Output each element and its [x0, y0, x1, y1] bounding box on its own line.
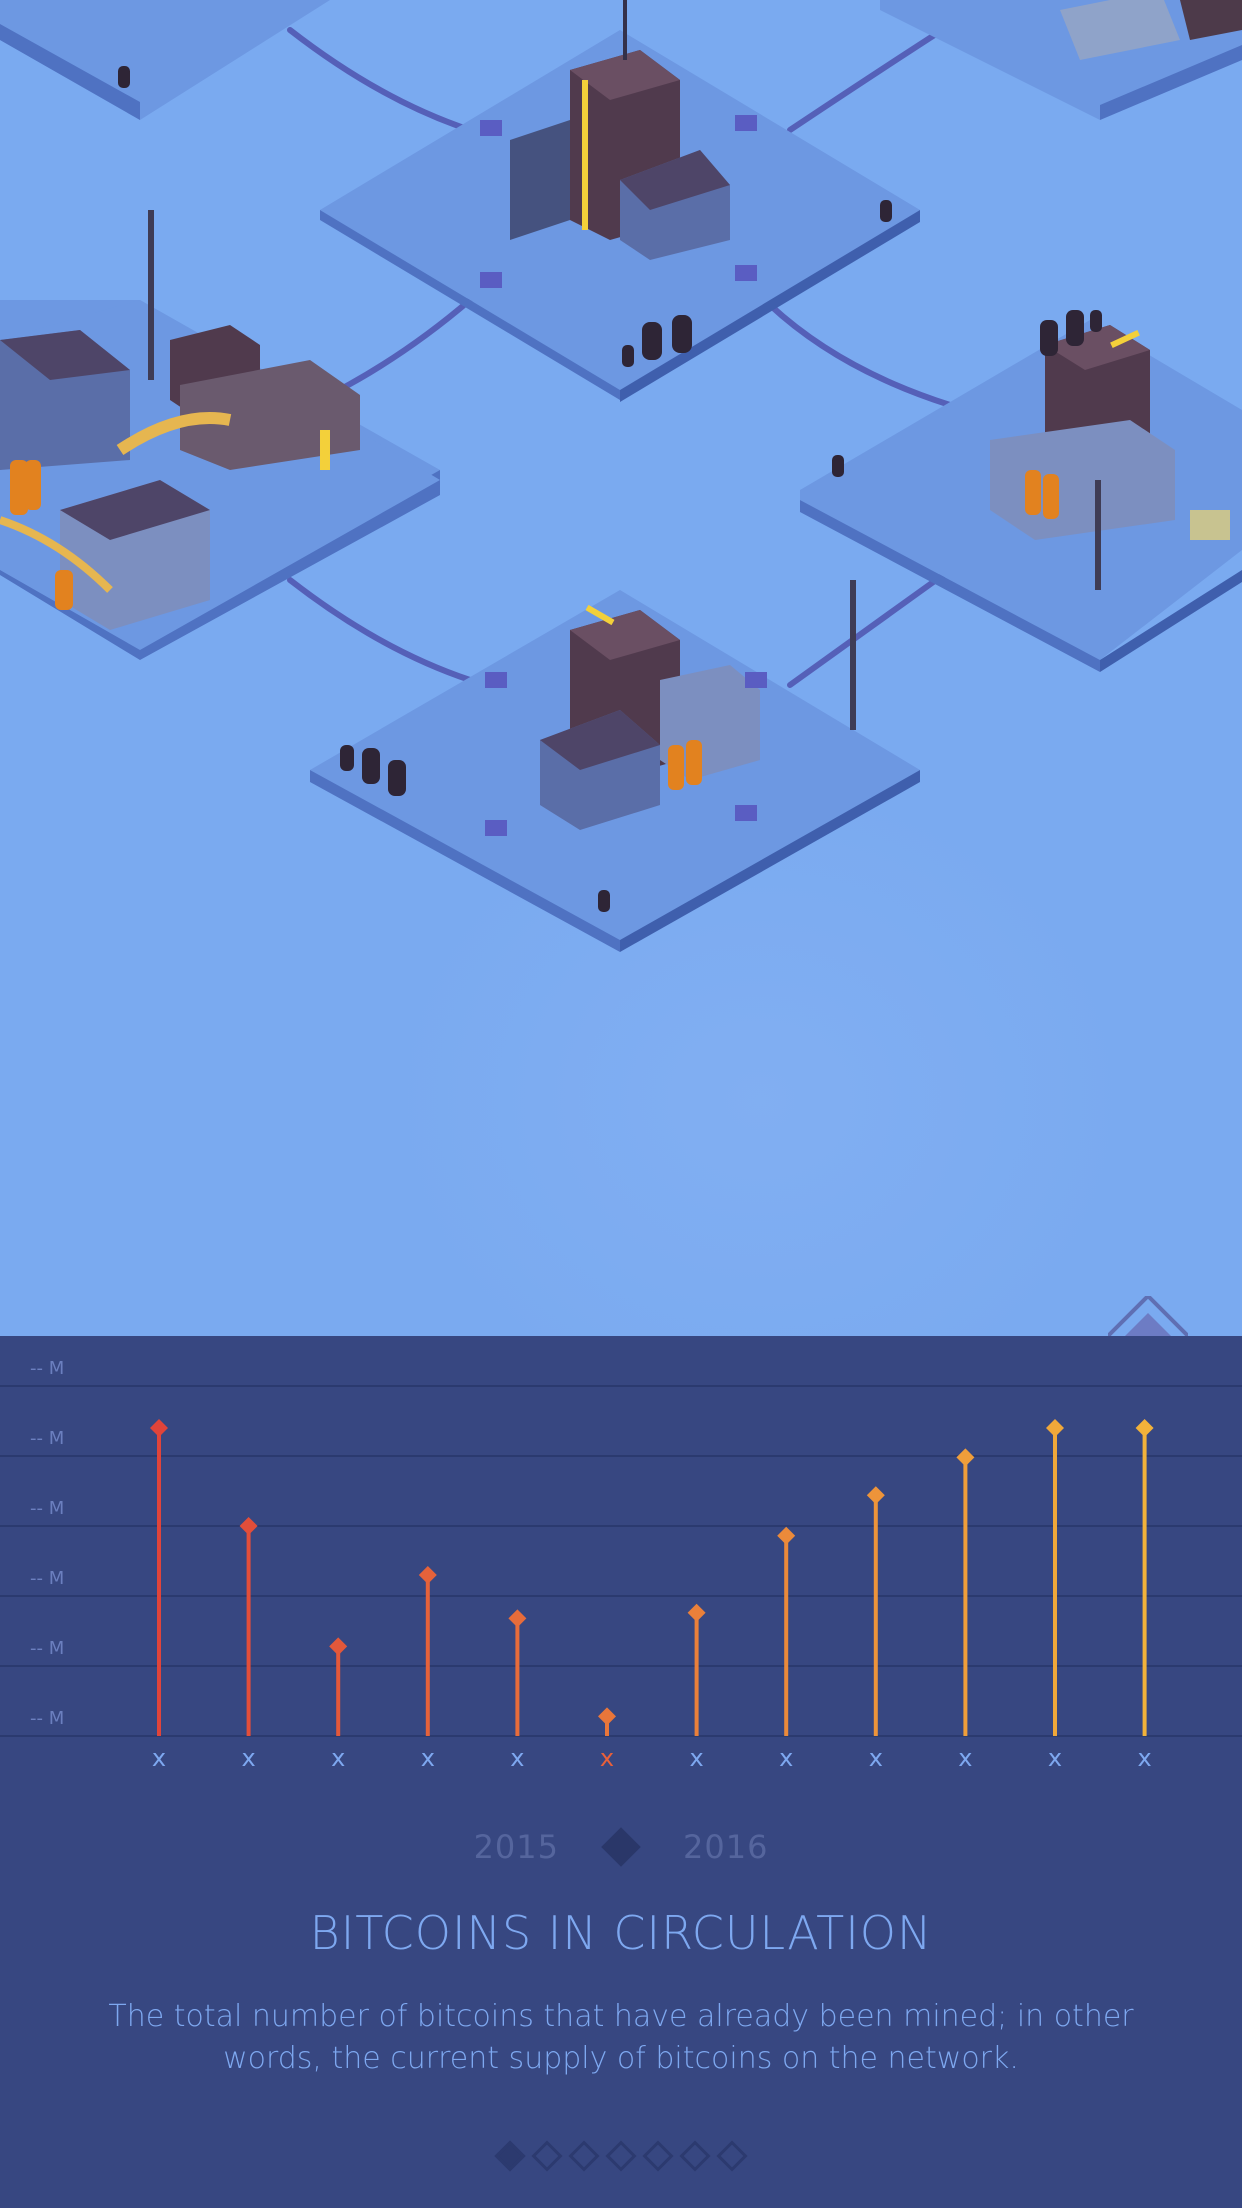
- chart-title: BITCOINS IN CIRCULATION: [309, 1906, 933, 1960]
- page-dot-diamond-icon[interactable]: [605, 2140, 637, 2172]
- bar-marker[interactable]: [418, 1566, 437, 1584]
- x-tick-label[interactable]: x: [1048, 1744, 1062, 1772]
- x-tick-label[interactable]: x: [958, 1744, 972, 1772]
- x-tick-label[interactable]: x: [510, 1744, 524, 1772]
- y-tick-label: -- M: [30, 1568, 64, 1589]
- y-tick-label: -- M: [30, 1428, 64, 1449]
- year-2016-label[interactable]: 2016: [675, 1828, 776, 1866]
- mining-town-illustration: [0, 0, 1242, 1336]
- y-tick-label: -- M: [30, 1358, 64, 1379]
- bar-marker[interactable]: [866, 1486, 885, 1505]
- bar-marker[interactable]: [687, 1603, 706, 1622]
- bar-marker[interactable]: [598, 1707, 616, 1726]
- bar-marker[interactable]: [150, 1419, 168, 1437]
- bar-marker[interactable]: [329, 1637, 348, 1656]
- page-dot-diamond-icon[interactable]: [568, 2140, 600, 2172]
- x-tick-label[interactable]: x: [421, 1744, 435, 1772]
- bar-marker[interactable]: [239, 1517, 258, 1535]
- page-indicator[interactable]: [0, 2136, 1242, 2176]
- bar-marker[interactable]: [1135, 1419, 1154, 1437]
- x-tick-label[interactable]: x: [779, 1744, 793, 1772]
- y-tick-label: -- M: [30, 1708, 64, 1729]
- page-dot-diamond-icon[interactable]: [531, 2140, 563, 2172]
- bar-marker[interactable]: [777, 1526, 796, 1545]
- diamond-icon[interactable]: [601, 1827, 641, 1867]
- bar-marker[interactable]: [508, 1609, 527, 1628]
- bitcoin-circulation-chart: -- M -- M -- M -- M -- M -- M x x x x x x x x x x x x: [0, 1358, 1242, 1772]
- page-dot-diamond-icon[interactable]: [642, 2140, 674, 2172]
- x-tick-label[interactable]: x: [869, 1744, 883, 1772]
- page-dot-diamond-icon[interactable]: [679, 2140, 711, 2172]
- y-tick-label: -- M: [30, 1638, 64, 1659]
- x-tick-label[interactable]: x: [152, 1744, 166, 1772]
- bar-marker[interactable]: [1046, 1419, 1064, 1437]
- x-tick-label[interactable]: x: [331, 1744, 345, 1772]
- info-panel: -- M -- M -- M -- M -- M -- M x x x x x x x x x x x x 20…: [0, 1336, 1242, 2208]
- x-tick-label[interactable]: x: [600, 1744, 614, 1772]
- page-dot-diamond-icon[interactable]: [494, 2140, 526, 2172]
- x-tick-label[interactable]: x: [1137, 1744, 1151, 1772]
- y-tick-label: -- M: [30, 1498, 64, 1519]
- page-dot-diamond-icon[interactable]: [716, 2140, 748, 2172]
- bar-marker[interactable]: [956, 1448, 975, 1467]
- chart-description: The total number of bitcoins that have a…: [108, 1999, 1134, 2076]
- year-switch[interactable]: 2015 2016: [0, 1822, 1242, 1872]
- x-tick-label[interactable]: x: [689, 1744, 703, 1772]
- year-2015-label[interactable]: 2015: [466, 1828, 567, 1866]
- x-tick-label[interactable]: x: [241, 1744, 255, 1772]
